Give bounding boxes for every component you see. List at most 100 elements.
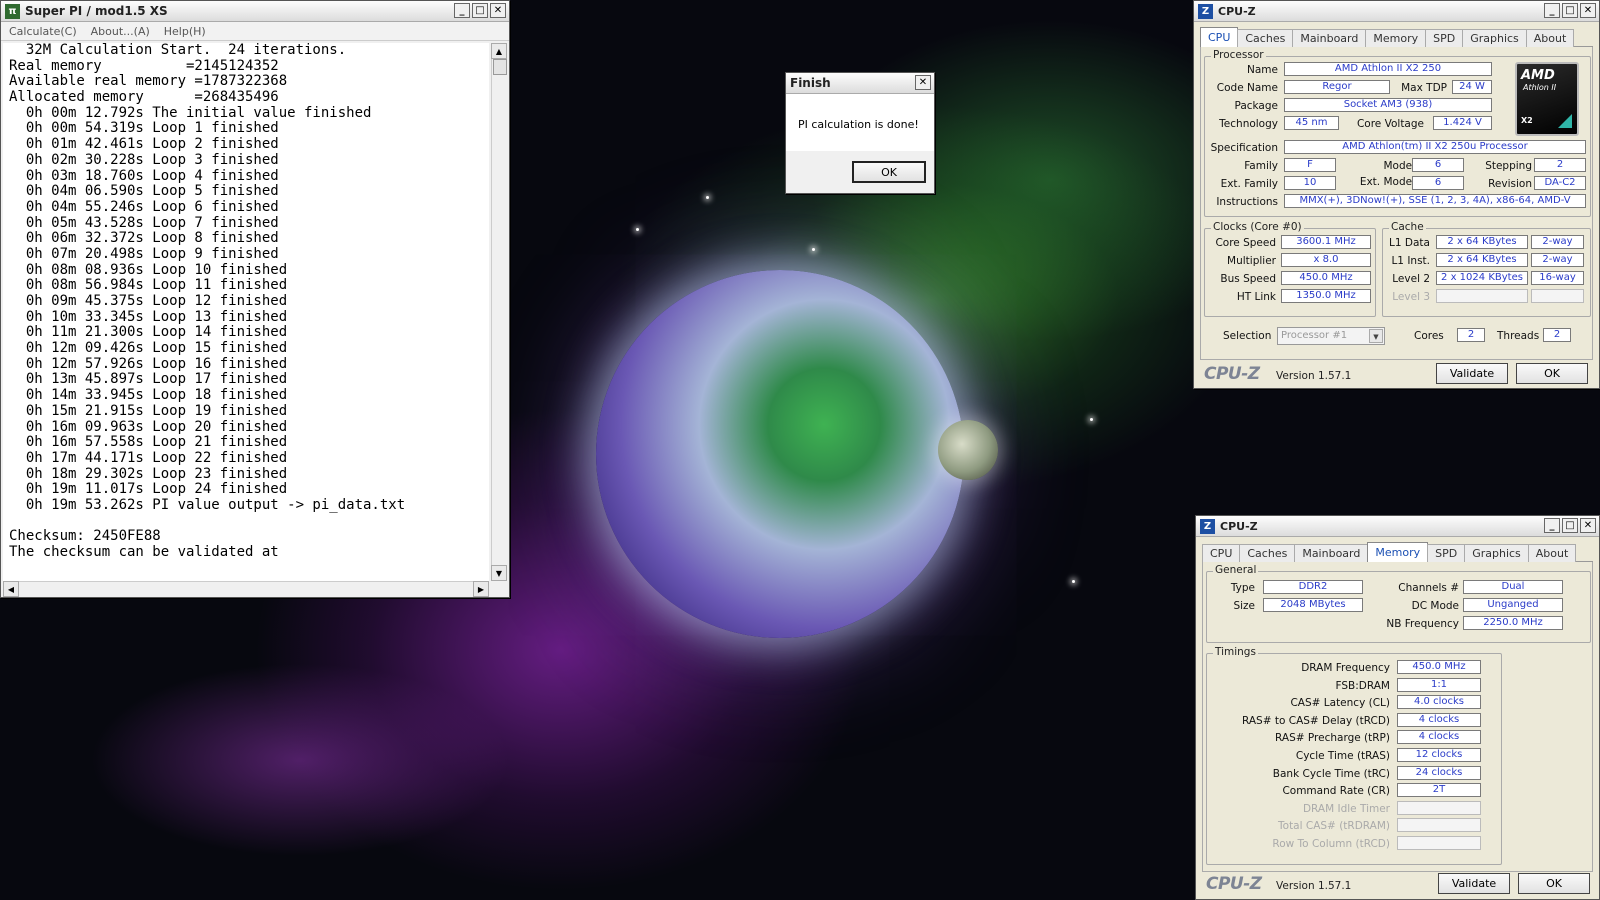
codename-label: Code Name bbox=[1216, 82, 1278, 94]
tab-about[interactable]: About bbox=[1527, 544, 1577, 563]
tab-mainboard[interactable]: Mainboard bbox=[1292, 29, 1367, 48]
vertical-scrollbar[interactable]: ▲ ▼ bbox=[491, 43, 507, 581]
amd-arrow-icon bbox=[1558, 114, 1572, 128]
cpuz-cpu-title: CPU-Z bbox=[1218, 5, 1256, 18]
corevoltage-value: 1.424 V bbox=[1433, 116, 1492, 130]
tab-graphics[interactable]: Graphics bbox=[1464, 544, 1529, 563]
timing-label: Total CAS# (tRDRAM) bbox=[1278, 820, 1390, 833]
maxtdp-label: Max TDP bbox=[1401, 82, 1447, 94]
scroll-thumb[interactable] bbox=[493, 59, 507, 75]
l1inst-way-value: 2-way bbox=[1531, 253, 1584, 267]
busspeed-value: 450.0 MHz bbox=[1281, 271, 1371, 285]
htlink-label: HT Link bbox=[1236, 291, 1276, 303]
extfamily-label: Ext. Family bbox=[1220, 178, 1278, 190]
cpuz-cpu-window: Z CPU-Z _ □ ✕ CPU Caches Mainboard Memor… bbox=[1193, 0, 1600, 389]
finish-ok-button[interactable]: OK bbox=[852, 161, 926, 183]
scroll-left-icon[interactable]: ◀ bbox=[3, 581, 19, 597]
close-icon[interactable]: ✕ bbox=[1580, 3, 1596, 18]
cpuz-memory-titlebar[interactable]: Z CPU-Z _ □ ✕ bbox=[1196, 516, 1599, 537]
console-line: 0h 02m 30.228s Loop 3 finished bbox=[9, 151, 279, 168]
name-label: Name bbox=[1247, 64, 1278, 76]
finish-titlebar[interactable]: Finish ✕ bbox=[786, 73, 934, 94]
menu-about[interactable]: About...(A) bbox=[91, 22, 150, 40]
finish-title: Finish bbox=[790, 76, 831, 90]
tab-mainboard[interactable]: Mainboard bbox=[1294, 544, 1369, 563]
console-line: The checksum can be validated at bbox=[9, 544, 279, 560]
console-line: 0h 12m 57.926s Loop 16 finished bbox=[9, 355, 288, 372]
processor-select[interactable]: Processor #1 ▼ bbox=[1277, 327, 1385, 345]
cpuz-memory-title: CPU-Z bbox=[1220, 520, 1258, 533]
console-line: 0h 06m 32.372s Loop 8 finished bbox=[9, 230, 279, 247]
family-label: Family bbox=[1244, 160, 1278, 172]
size-label: Size bbox=[1233, 600, 1255, 612]
timing-value: 24 clocks bbox=[1397, 765, 1481, 780]
nbfreq-value: 2250.0 MHz bbox=[1463, 616, 1563, 630]
busspeed-label: Bus Speed bbox=[1220, 273, 1276, 285]
console-line: 0h 16m 57.558s Loop 21 finished bbox=[9, 434, 288, 451]
technology-value: 45 nm bbox=[1284, 116, 1339, 130]
horizontal-scrollbar[interactable]: ◀ ▶ bbox=[3, 581, 489, 597]
console-line: 0h 03m 18.760s Loop 4 finished bbox=[9, 167, 279, 184]
star bbox=[706, 196, 709, 199]
superpi-output-console[interactable]: 32M Calculation Start. 24 iterations. Rea… bbox=[3, 43, 489, 581]
tab-about[interactable]: About bbox=[1525, 29, 1575, 48]
minimize-icon[interactable]: _ bbox=[1544, 3, 1560, 18]
maximize-icon[interactable]: □ bbox=[1562, 518, 1578, 533]
finish-message-area: PI calculation is done! bbox=[786, 94, 934, 151]
close-icon[interactable]: ✕ bbox=[490, 3, 506, 18]
star bbox=[636, 228, 639, 231]
console-line: 0h 15m 21.915s Loop 19 finished bbox=[9, 402, 288, 419]
superpi-titlebar[interactable]: π Super PI / mod1.5 XS _ □ ✕ bbox=[1, 1, 509, 22]
scroll-right-icon[interactable]: ▶ bbox=[473, 581, 489, 597]
tab-caches[interactable]: Caches bbox=[1237, 29, 1294, 48]
htlink-value: 1350.0 MHz bbox=[1281, 289, 1371, 303]
cpuz-cpu-titlebar[interactable]: Z CPU-Z _ □ ✕ bbox=[1194, 1, 1599, 22]
maximize-icon[interactable]: □ bbox=[472, 3, 488, 18]
tab-graphics[interactable]: Graphics bbox=[1462, 29, 1527, 48]
maximize-icon[interactable]: □ bbox=[1562, 3, 1578, 18]
scroll-up-icon[interactable]: ▲ bbox=[491, 43, 507, 59]
cores-label: Cores bbox=[1414, 330, 1444, 342]
timings-group: Timings DRAM Frequency 450.0 MHz FSB:DRAM 1… bbox=[1206, 646, 1502, 865]
tab-spd[interactable]: SPD bbox=[1427, 544, 1466, 563]
tab-cpu[interactable]: CPU bbox=[1200, 27, 1239, 48]
close-icon[interactable]: ✕ bbox=[1580, 518, 1596, 533]
close-icon[interactable]: ✕ bbox=[915, 75, 931, 90]
ok-button[interactable]: OK bbox=[1518, 873, 1590, 894]
console-line: 0h 00m 12.792s The initial value finishe… bbox=[9, 104, 372, 121]
console-line: Allocated memory =268435496 bbox=[9, 89, 279, 106]
cpuz-version: Version 1.57.1 bbox=[1276, 880, 1352, 892]
package-label: Package bbox=[1234, 100, 1278, 112]
minimize-icon[interactable]: _ bbox=[1544, 518, 1560, 533]
clocks-group: Clocks (Core #0) Core Speed 3600.1 MHz M… bbox=[1204, 221, 1376, 317]
l1data-way-value: 2-way bbox=[1531, 235, 1584, 249]
chevron-down-icon[interactable]: ▼ bbox=[1369, 329, 1383, 343]
validate-button[interactable]: Validate bbox=[1438, 873, 1510, 894]
console-line: 0h 01m 42.461s Loop 2 finished bbox=[9, 136, 279, 153]
tab-spd[interactable]: SPD bbox=[1425, 29, 1464, 48]
menu-calculate[interactable]: Calculate(C) bbox=[9, 22, 77, 40]
minimize-icon[interactable]: _ bbox=[454, 3, 470, 18]
corevoltage-label: Core Voltage bbox=[1356, 118, 1424, 130]
timing-value bbox=[1397, 818, 1481, 833]
validate-button[interactable]: Validate bbox=[1436, 363, 1508, 384]
timing-label: FSB:DRAM bbox=[1335, 679, 1390, 692]
console-line: Real memory =2145124352 bbox=[9, 57, 279, 74]
ok-button[interactable]: OK bbox=[1516, 363, 1588, 384]
superpi-app-icon: π bbox=[5, 4, 20, 19]
processor-group: Processor Name AMD Athlon II X2 250 Code… bbox=[1204, 49, 1591, 217]
tab-memory[interactable]: Memory bbox=[1367, 542, 1429, 563]
nbfreq-label: NB Frequency bbox=[1386, 618, 1459, 630]
tab-memory[interactable]: Memory bbox=[1365, 29, 1427, 48]
menu-help[interactable]: Help(H) bbox=[164, 22, 206, 40]
cache-group: Cache L1 Data 2 x 64 KBytes 2-way L1 Ins… bbox=[1382, 221, 1591, 317]
amd-brand-text: AMD bbox=[1521, 68, 1555, 83]
tab-cpu[interactable]: CPU bbox=[1202, 544, 1241, 563]
console-line: 0h 07m 20.498s Loop 9 finished bbox=[9, 245, 279, 262]
l1inst-value: 2 x 64 KBytes bbox=[1436, 253, 1528, 267]
cpuz-memory-panel: General Type DDR2 Size 2048 MBytes Chann… bbox=[1202, 562, 1593, 872]
tab-caches[interactable]: Caches bbox=[1239, 544, 1296, 563]
scroll-down-icon[interactable]: ▼ bbox=[491, 565, 507, 581]
console-line: 0h 17m 44.171s Loop 22 finished bbox=[9, 449, 288, 466]
